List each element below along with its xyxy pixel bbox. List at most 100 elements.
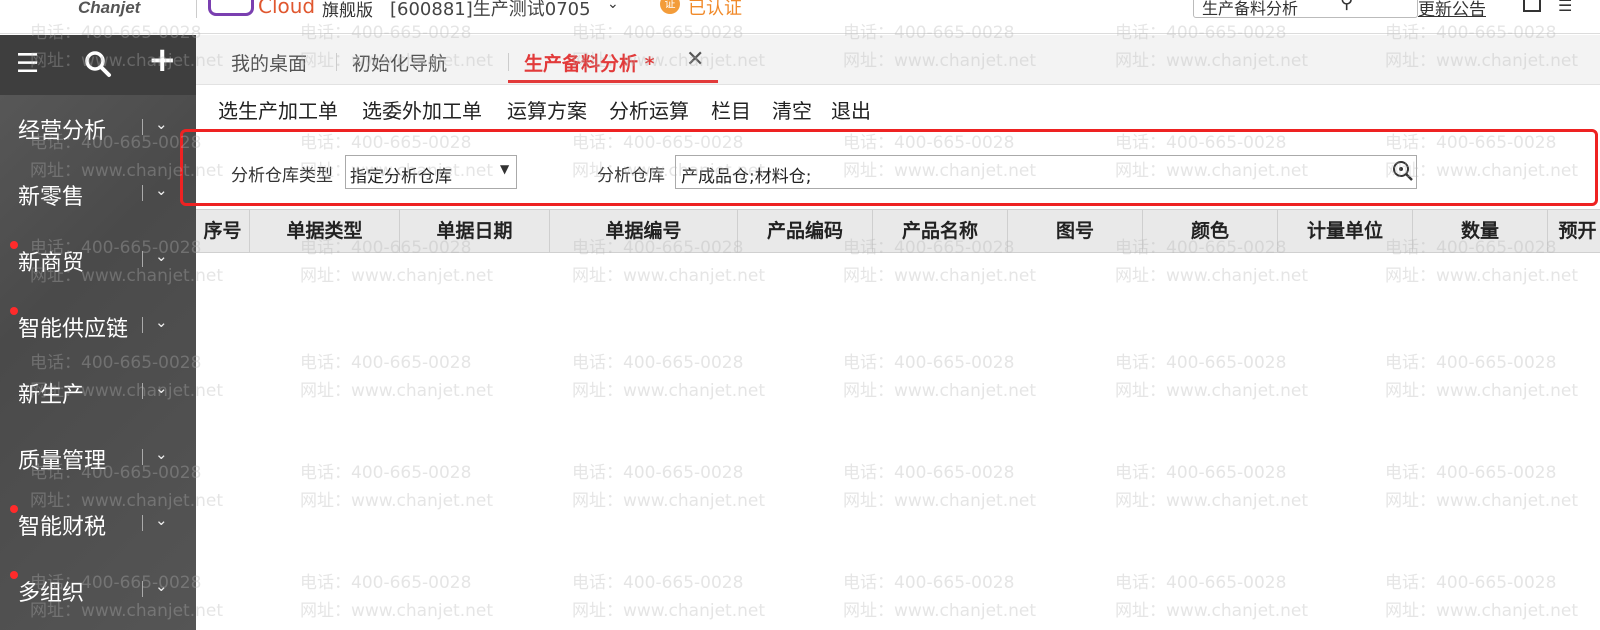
analyze-calculate-button[interactable]: 分析运算 [609, 95, 689, 124]
global-search-input[interactable]: 生产备料分析 [1193, 0, 1418, 18]
watermark-site: 网址：www.chanjet.net [572, 601, 766, 621]
select-production-order-button[interactable]: 选生产加工单 [218, 95, 338, 124]
update-notice-link[interactable]: 更新公告 [1418, 0, 1486, 20]
verified-badge-icon: 证 [660, 0, 680, 14]
watermark-site: 网址：www.chanjet.net [1385, 601, 1579, 621]
watermark-phone: 电话：400-665-0028 [1115, 573, 1287, 593]
sidebar-item-label: 新零售 [18, 185, 85, 210]
sidebar-item[interactable]: 质量管理 ⌄ [0, 425, 196, 491]
sidebar-item[interactable]: 多组织 ⌄ [0, 557, 196, 623]
column-header[interactable]: 预开 [1548, 210, 1600, 252]
warehouse-label: 分析仓库 [597, 166, 665, 186]
verified-label: 已认证 [688, 0, 742, 19]
watermark-site: 网址：www.chanjet.net [572, 491, 766, 511]
chevron-down-icon[interactable]: ⌄ [155, 247, 168, 265]
notification-dot [10, 505, 18, 513]
watermark-phone: 电话：400-665-0028 [843, 353, 1015, 373]
watermark-site: 网址：www.chanjet.net [1115, 491, 1309, 511]
watermark-site: 网址：www.chanjet.net [572, 381, 766, 401]
chevron-down-icon[interactable]: ⌄ [155, 511, 168, 529]
search-icon[interactable]: ⚲ [1340, 0, 1353, 13]
exit-button[interactable]: 退出 [831, 95, 871, 124]
sidebar-item-label: 新商贸 [18, 251, 85, 276]
column-header[interactable]: 颜色 [1143, 210, 1278, 252]
active-tab-indicator [508, 80, 718, 83]
chevron-down-icon[interactable]: ⌄ [155, 379, 168, 397]
watermark-site: 网址：www.chanjet.net [300, 266, 494, 286]
sidebar-item-divider [142, 119, 143, 135]
watermark-phone: 电话：400-665-0028 [572, 463, 744, 483]
sidebar-toolbar: ☰ + [0, 35, 196, 95]
watermark-site: 网址：www.chanjet.net [1115, 266, 1309, 286]
watermark-phone: 电话：400-665-0028 [572, 353, 744, 373]
columns-button[interactable]: 栏目 [711, 95, 751, 124]
product-name: Cloud [258, 0, 316, 18]
list-icon[interactable]: ☰ [1558, 0, 1572, 15]
column-header[interactable]: 图号 [1008, 210, 1143, 252]
chevron-down-icon[interactable]: ⌄ [155, 181, 168, 199]
tab-divider [508, 53, 509, 71]
watermark-phone: 电话：400-665-0028 [572, 573, 744, 593]
sidebar-item-divider [142, 515, 143, 531]
watermark-phone: 电话：400-665-0028 [1115, 463, 1287, 483]
watermark-site: 网址：www.chanjet.net [843, 601, 1037, 621]
lookup-icon[interactable] [1392, 160, 1414, 187]
watermark-site: 网址：www.chanjet.net [1385, 266, 1579, 286]
sidebar-item-divider [142, 383, 143, 399]
sidebar: ☰ + 经营分析 ⌄ 新零售 ⌄ 新商贸 ⌄ 智能供应链 ⌄ 新生产 ⌄ 质量管理 ⌄ 智能财税 ⌄ 多组织… [0, 35, 196, 630]
sidebar-item[interactable]: 智能财税 ⌄ [0, 491, 196, 557]
warehouse-input[interactable]: 产成品仓;材料仓; [675, 155, 1417, 189]
chevron-down-icon[interactable]: ▼ [500, 162, 509, 176]
watermark-site: 网址：www.chanjet.net [1115, 601, 1309, 621]
watermark-site: 网址：www.chanjet.net [1385, 491, 1579, 511]
sidebar-item-label: 新生产 [18, 383, 85, 408]
watermark-phone: 电话：400-665-0028 [300, 353, 472, 373]
sidebar-item[interactable]: 智能供应链 ⌄ [0, 293, 196, 359]
column-header[interactable]: 序号 [196, 210, 250, 252]
sidebar-item-divider [142, 449, 143, 465]
tab-production-material-analysis[interactable]: 生产备料分析 * [524, 49, 655, 76]
sidebar-item-divider [142, 251, 143, 267]
column-header[interactable]: 单据编号 [550, 210, 738, 252]
collapse-menu-icon[interactable]: ☰ [16, 49, 39, 79]
add-icon[interactable]: + [148, 43, 177, 77]
sidebar-item[interactable]: 新生产 ⌄ [0, 359, 196, 425]
watermark-site: 网址：www.chanjet.net [843, 491, 1037, 511]
watermark-phone: 电话：400-665-0028 [843, 463, 1015, 483]
chevron-down-icon[interactable]: ⌄ [155, 313, 168, 331]
sidebar-item[interactable]: 新商贸 ⌄ [0, 227, 196, 293]
sidebar-item-label: 智能财税 [18, 515, 107, 540]
column-header[interactable]: 产品名称 [873, 210, 1008, 252]
chevron-down-icon[interactable]: ⌄ [155, 115, 168, 133]
search-icon[interactable] [84, 49, 112, 86]
column-header[interactable]: 单据日期 [400, 210, 550, 252]
sidebar-item-label: 多组织 [18, 581, 85, 606]
column-header[interactable]: 单据类型 [250, 210, 400, 252]
tab-init-navigation[interactable]: 初始化导航 [352, 49, 447, 76]
notification-dot [10, 241, 18, 249]
save-icon[interactable] [1523, 0, 1541, 12]
chevron-down-icon[interactable]: ⌄ [155, 445, 168, 463]
select-outsourcing-order-button[interactable]: 选委外加工单 [362, 95, 482, 124]
chevron-down-icon[interactable]: ⌄ [607, 0, 619, 12]
calculation-plan-button[interactable]: 运算方案 [507, 95, 587, 124]
column-header[interactable]: 数量 [1413, 210, 1548, 252]
watermark-site: 网址：www.chanjet.net [300, 491, 494, 511]
warehouse-type-select[interactable]: 指定分析仓库 [345, 155, 517, 189]
tab-my-desktop[interactable]: 我的桌面 [231, 49, 307, 76]
sidebar-item[interactable]: 经营分析 ⌄ [0, 95, 196, 161]
close-icon[interactable]: ✕ [686, 47, 704, 72]
column-header[interactable]: 计量单位 [1278, 210, 1413, 252]
watermark-site: 网址：www.chanjet.net [572, 266, 766, 286]
chevron-down-icon[interactable]: ⌄ [155, 577, 168, 595]
watermark-site: 网址：www.chanjet.net [300, 601, 494, 621]
column-header[interactable]: 产品编码 [738, 210, 873, 252]
watermark-phone: 电话：400-665-0028 [300, 573, 472, 593]
clear-button[interactable]: 清空 [772, 95, 812, 124]
tab-divider [336, 53, 337, 71]
sidebar-item[interactable]: 新零售 ⌄ [0, 161, 196, 227]
watermark-phone: 电话：400-665-0028 [1115, 353, 1287, 373]
account-selector[interactable]: [600881]生产测试0705 [390, 0, 591, 21]
cloud-logo-icon [208, 0, 254, 16]
edition-label: 旗舰版 [322, 1, 373, 21]
